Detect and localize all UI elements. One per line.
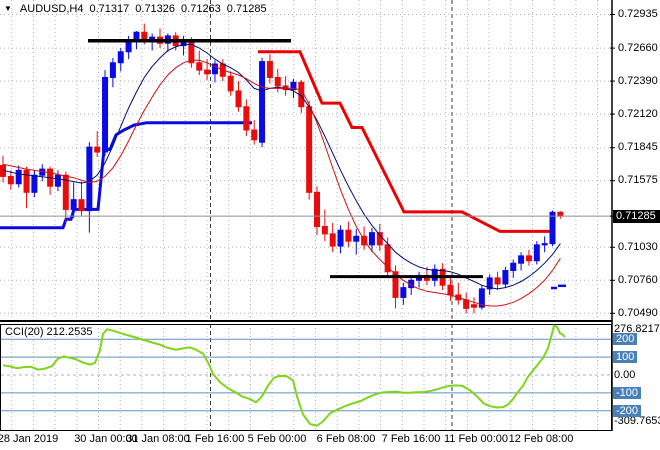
cci-level-badge: 100 bbox=[613, 351, 638, 364]
symbol-label: AUDUSD,H4 bbox=[19, 3, 84, 15]
time-tick-label: 7 Feb 16:00 bbox=[381, 433, 441, 445]
candle-body bbox=[54, 174, 61, 187]
cci-min-label: -309.7653 bbox=[614, 415, 660, 427]
candle-body bbox=[384, 244, 391, 273]
candle-body bbox=[94, 146, 101, 153]
candle-body bbox=[541, 243, 548, 246]
candle-body bbox=[259, 61, 266, 143]
ohlc-open-value: 0.71317 bbox=[89, 3, 130, 15]
current-price-badge: 0.71285 bbox=[613, 209, 660, 223]
candle-body bbox=[251, 129, 258, 141]
cci-level-badge: -200 bbox=[613, 404, 642, 417]
time-tick-label: 11 Feb 00:00 bbox=[443, 433, 509, 445]
candle-body bbox=[117, 51, 124, 64]
time-tick-label: 5 Feb 00:00 bbox=[247, 433, 307, 445]
time-tick-label: 6 Feb 08:00 bbox=[316, 433, 376, 445]
candle-body bbox=[549, 211, 556, 245]
candle-body bbox=[400, 287, 407, 298]
candle-body bbox=[274, 76, 281, 87]
candle-body bbox=[353, 235, 360, 242]
price-tick-label: 0.72660 bbox=[617, 41, 659, 54]
candle-body bbox=[368, 232, 375, 246]
cci-panel-border bbox=[0, 324, 612, 431]
current-price-value: 0.71285 bbox=[616, 210, 656, 223]
time-tick-label: 28 Jan 2019 bbox=[0, 433, 59, 445]
candle-body bbox=[7, 175, 14, 185]
cci-indicator-label: CCI(20) 212.2535 bbox=[5, 326, 93, 338]
time-tick-label: 1 Feb 16:00 bbox=[185, 433, 245, 445]
ohlc-close-value: 0.71285 bbox=[226, 3, 267, 15]
candle-body bbox=[23, 169, 30, 193]
symbol-ohlc-header: ▼ AUDUSD,H4 0.71317 0.71326 0.71263 0.71… bbox=[4, 2, 267, 16]
candle-body bbox=[306, 106, 313, 193]
resistance-step-line bbox=[258, 50, 553, 233]
candle-body bbox=[102, 76, 109, 153]
time-tick-label: 31 Jan 08:00 bbox=[126, 433, 190, 445]
cci-level-badge: 200 bbox=[613, 333, 638, 346]
price-tick-label: 0.71845 bbox=[617, 141, 659, 154]
ohlc-low-value: 0.71263 bbox=[181, 3, 221, 15]
cci-zero-label: 0.00 bbox=[614, 369, 636, 381]
time-tick-label: 12 Feb 08:00 bbox=[508, 433, 574, 445]
candle-body bbox=[510, 262, 517, 272]
symbol-dropdown-icon[interactable]: ▼ bbox=[4, 4, 12, 14]
candle-body bbox=[78, 199, 85, 212]
candle-body bbox=[227, 75, 234, 92]
cci-level-badge: -100 bbox=[613, 386, 642, 399]
candle-body bbox=[70, 199, 77, 210]
candle-body bbox=[329, 233, 336, 247]
support-step-line bbox=[0, 121, 252, 230]
trading-chart-window: ▼ AUDUSD,H4 0.71317 0.71326 0.71263 0.71… bbox=[0, 0, 660, 450]
candle-body bbox=[86, 146, 93, 212]
candle-body bbox=[15, 169, 22, 185]
candle-body bbox=[188, 39, 195, 64]
candle-body bbox=[235, 90, 242, 108]
candle-body bbox=[463, 299, 470, 309]
candle-body bbox=[345, 229, 352, 242]
price-tick-label: 0.72390 bbox=[617, 74, 659, 87]
chart-canvas[interactable] bbox=[0, 0, 660, 450]
price-tick-label: 0.72120 bbox=[617, 107, 659, 120]
price-tick-label: 0.71575 bbox=[617, 174, 659, 187]
candle-body bbox=[525, 255, 532, 262]
candle-body bbox=[31, 174, 38, 193]
price-tick-label: 0.70760 bbox=[617, 273, 659, 286]
candle-body bbox=[471, 304, 477, 308]
candle-body bbox=[141, 31, 148, 41]
candle-body bbox=[243, 106, 250, 131]
candle-body bbox=[109, 62, 116, 78]
candle-body bbox=[533, 244, 540, 262]
candle-body bbox=[557, 211, 564, 217]
candle-body bbox=[266, 61, 273, 78]
candle-body bbox=[337, 229, 344, 247]
ohlc-high-value: 0.71326 bbox=[135, 3, 176, 15]
candle-body bbox=[321, 226, 328, 235]
candle-body bbox=[204, 69, 211, 75]
price-tick-label: 0.72935 bbox=[617, 8, 659, 20]
candle-body bbox=[502, 270, 509, 285]
candle-body bbox=[314, 191, 320, 228]
candle-body bbox=[196, 62, 203, 71]
candle-body bbox=[518, 255, 525, 264]
candle-body bbox=[447, 284, 454, 296]
price-tick-label: 0.71030 bbox=[617, 240, 659, 253]
candle-body bbox=[494, 277, 501, 285]
price-tick-label: 0.70490 bbox=[617, 306, 659, 319]
